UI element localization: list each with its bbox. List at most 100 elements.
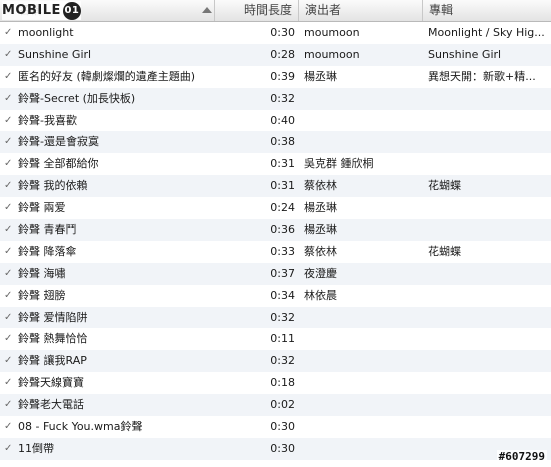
- track-row[interactable]: ✓ 鈴聲 爱情陷阱 0:32: [0, 306, 551, 329]
- track-title: 08 - Fuck You.wma鈴聲: [18, 420, 143, 434]
- track-row[interactable]: ✓ 鈴聲 降落傘 0:33 蔡依林 花蝴蝶: [0, 240, 551, 263]
- track-checkbox[interactable]: ✓: [4, 394, 16, 416]
- track-title: 鈴聲 我的依賴: [18, 179, 88, 193]
- track-duration: 0:32: [270, 91, 295, 105]
- track-title: 匿名的好友 (韓劇燦爛的遺產主題曲): [18, 69, 196, 83]
- track-checkbox[interactable]: ✓: [4, 153, 16, 175]
- track-artist: 蔡依林: [304, 244, 337, 258]
- track-row[interactable]: ✓ 鈴聲 翅膀 0:34 林依晨: [0, 284, 551, 307]
- track-artist: moumoon: [304, 47, 360, 61]
- column-header-time[interactable]: 時間長度: [214, 0, 298, 21]
- column-header-artist[interactable]: 演出者: [298, 0, 422, 21]
- column-header-bar: 名稱 時間長度 演出者 專輯 MOBILE 01: [0, 0, 551, 22]
- track-title: moonlight: [18, 26, 74, 39]
- track-row[interactable]: ✓ 11倒帶 0:30: [0, 437, 551, 460]
- track-checkbox[interactable]: ✓: [4, 110, 16, 132]
- track-title: 鈴聲老大電話: [18, 398, 84, 412]
- column-header-artist-label: 演出者: [305, 3, 342, 17]
- track-duration: 0:31: [270, 179, 295, 193]
- track-album: 花蝴蝶: [428, 179, 461, 193]
- track-title: 鈴聲 海嘯: [18, 266, 66, 280]
- track-row[interactable]: ✓ Sunshine Girl 0:28 moumoon Sunshine Girl: [0, 43, 551, 66]
- track-duration: 0:37: [270, 266, 295, 280]
- logo-mark-icon: 01: [62, 1, 81, 20]
- track-album: 異想天開：新歌+精...: [428, 69, 536, 83]
- track-checkbox[interactable]: ✓: [4, 131, 16, 153]
- track-duration: 0:28: [270, 47, 295, 61]
- track-duration: 0:39: [270, 69, 295, 83]
- logo-text: MOBILE: [2, 3, 61, 18]
- track-title: 鈴聲 翅膀: [18, 288, 66, 302]
- track-checkbox[interactable]: ✓: [4, 372, 16, 394]
- track-row[interactable]: ✓ 鈴聲 青春鬥 0:36 楊丞琳: [0, 219, 551, 241]
- track-row[interactable]: ✓ 鈴聲 海嘯 0:37 夜澄慶: [0, 262, 551, 285]
- track-title: Sunshine Girl: [18, 47, 92, 61]
- track-duration: 0:38: [270, 135, 295, 149]
- track-checkbox[interactable]: ✓: [4, 285, 16, 307]
- column-header-time-label: 時間長度: [244, 3, 293, 17]
- track-title: 鈴聲天線寶寶: [18, 376, 84, 390]
- track-title: 鈴聲 熱舞恰恰: [18, 332, 88, 346]
- track-row[interactable]: ✓ 鈴聲 全部都給你 0:31 吳克群 鍾欣桐: [0, 153, 551, 176]
- track-duration: 0:31: [270, 157, 295, 171]
- track-artist: 楊丞琳: [304, 69, 337, 83]
- track-duration: 0:24: [270, 201, 295, 215]
- track-duration: 0:36: [270, 223, 295, 237]
- track-row[interactable]: ✓ 鈴聲 兩爱 0:24 楊丞琳: [0, 197, 551, 220]
- track-row[interactable]: ✓ 鈴聲-Secret (加長快板) 0:32: [0, 87, 551, 110]
- track-duration: 0:11: [270, 332, 295, 346]
- track-row[interactable]: ✓ 08 - Fuck You.wma鈴聲 0:30: [0, 416, 551, 438]
- track-title: 鈴聲 全部都給你: [18, 157, 99, 171]
- track-row[interactable]: ✓ 鈴聲天線寶寶 0:18: [0, 372, 551, 395]
- track-checkbox[interactable]: ✓: [4, 328, 16, 350]
- track-title: 鈴聲 爱情陷阱: [18, 310, 88, 324]
- track-title: 鈴聲-我喜歡: [18, 113, 77, 127]
- track-duration: 0:30: [270, 441, 295, 455]
- track-artist: 林依晨: [304, 288, 337, 302]
- track-row[interactable]: ✓ 鈴聲老大電話 0:02: [0, 394, 551, 417]
- track-duration: 0:18: [270, 376, 295, 390]
- track-duration: 0:33: [270, 244, 295, 258]
- track-row[interactable]: ✓ 鈴聲 讓我RAP 0:32: [0, 350, 551, 373]
- track-album: Moonlight / Sky Hig...: [428, 26, 545, 39]
- track-duration: 0:40: [270, 113, 295, 127]
- watermark: #607299: [496, 450, 547, 463]
- track-duration: 0:34: [270, 288, 295, 302]
- track-artist: 吳克群 鍾欣桐: [304, 157, 374, 171]
- track-checkbox[interactable]: ✓: [4, 22, 16, 44]
- track-duration: 0:30: [270, 420, 295, 434]
- track-checkbox[interactable]: ✓: [4, 219, 16, 241]
- track-artist: moumoon: [304, 26, 360, 39]
- track-title: 鈴聲 降落傘: [18, 244, 77, 258]
- track-title: 鈴聲-還是會寂寞: [18, 135, 99, 149]
- track-checkbox[interactable]: ✓: [4, 350, 16, 372]
- track-checkbox[interactable]: ✓: [4, 241, 16, 263]
- track-checkbox[interactable]: ✓: [4, 307, 16, 329]
- track-row[interactable]: ✓ 鈴聲 我的依賴 0:31 蔡依林 花蝴蝶: [0, 175, 551, 198]
- track-row[interactable]: ✓ 鈴聲 熱舞恰恰 0:11: [0, 328, 551, 351]
- track-artist: 蔡依林: [304, 179, 337, 193]
- track-checkbox[interactable]: ✓: [4, 88, 16, 110]
- track-checkbox[interactable]: ✓: [4, 66, 16, 88]
- track-checkbox[interactable]: ✓: [4, 44, 16, 66]
- track-checkbox[interactable]: ✓: [4, 197, 16, 219]
- track-checkbox[interactable]: ✓: [4, 416, 16, 438]
- track-title: 鈴聲 兩爱: [18, 201, 66, 215]
- track-title: 鈴聲 青春鬥: [18, 223, 77, 237]
- track-artist: 楊丞琳: [304, 223, 337, 237]
- track-row[interactable]: ✓ 匿名的好友 (韓劇燦爛的遺產主題曲) 0:39 楊丞琳 異想天開：新歌+精...: [0, 65, 551, 88]
- track-duration: 0:02: [270, 398, 295, 412]
- sort-ascending-icon[interactable]: [202, 7, 212, 13]
- track-artist: 楊丞琳: [304, 201, 337, 215]
- track-title: 鈴聲 讓我RAP: [18, 354, 87, 368]
- track-checkbox[interactable]: ✓: [4, 263, 16, 285]
- track-list: ✓ moonlight 0:30 moumoon Moonlight / Sky Hig…: [0, 22, 551, 460]
- track-checkbox[interactable]: ✓: [4, 175, 16, 197]
- track-row[interactable]: ✓ moonlight 0:30 moumoon Moonlight / Sky Hig…: [0, 22, 551, 44]
- track-artist: 夜澄慶: [304, 266, 337, 280]
- track-checkbox[interactable]: ✓: [4, 438, 16, 460]
- track-row[interactable]: ✓ 鈴聲-還是會寂寞 0:38: [0, 131, 551, 154]
- column-header-album[interactable]: 專輯: [422, 0, 551, 21]
- track-title: 鈴聲-Secret (加長快板): [18, 91, 136, 105]
- track-row[interactable]: ✓ 鈴聲-我喜歡 0:40: [0, 109, 551, 132]
